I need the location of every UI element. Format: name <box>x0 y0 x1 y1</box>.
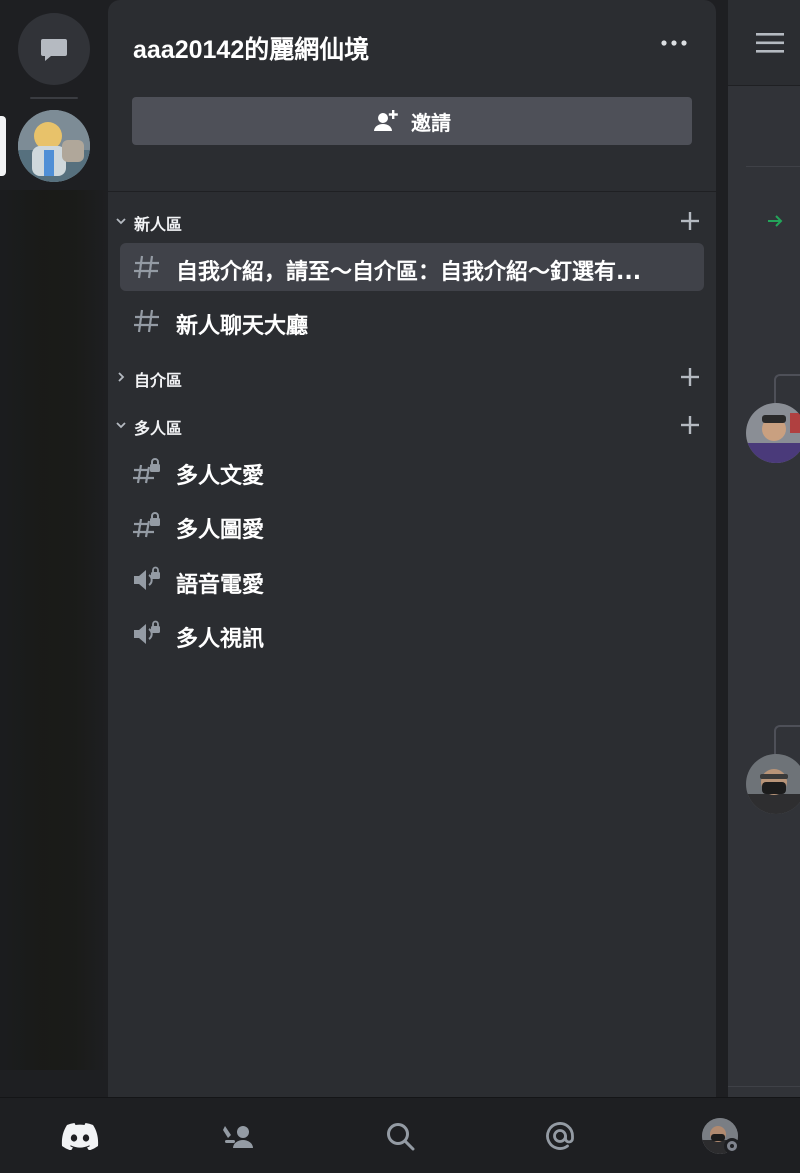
chat-header <box>728 0 800 86</box>
message-avatar[interactable] <box>746 403 800 463</box>
hamburger-menu-icon[interactable] <box>756 32 784 54</box>
divider <box>746 166 800 167</box>
channel-name: 語音電愛 <box>176 573 265 598</box>
ellipsis-icon <box>661 40 687 46</box>
chevron-down-icon <box>116 422 126 429</box>
mentions-button[interactable] <box>540 1116 580 1156</box>
selected-server-indicator <box>0 116 6 176</box>
category-name: 新人區 <box>134 215 183 234</box>
message-avatar[interactable] <box>746 754 800 814</box>
chat-peek <box>728 0 800 1097</box>
channel-multi-image[interactable]: 多人圖愛 <box>120 501 704 549</box>
channel-voice[interactable]: 語音電愛 <box>120 556 704 604</box>
hashtag-icon <box>134 255 159 279</box>
server-name[interactable]: aaa20142的麗網仙境 <box>133 30 369 66</box>
discord-logo-icon <box>61 1123 99 1150</box>
friends-button[interactable] <box>218 1116 258 1156</box>
channel-name: 多人文愛 <box>176 464 265 489</box>
server-icon[interactable] <box>18 110 90 182</box>
locked-speaker-icon <box>134 620 160 644</box>
search-button[interactable] <box>380 1116 420 1156</box>
add-channel-icon[interactable] <box>678 365 702 389</box>
locked-speaker-icon <box>134 566 160 590</box>
status-indicator <box>724 1138 740 1154</box>
locked-hashtag-icon <box>133 458 160 484</box>
channel-name: 新人聊天大廳 <box>176 314 309 339</box>
direct-messages-button[interactable] <box>18 13 90 85</box>
user-avatar-image <box>746 754 800 814</box>
add-channel-icon[interactable] <box>678 209 702 233</box>
rail-separator <box>30 97 78 99</box>
at-sign-icon <box>546 1122 574 1150</box>
home-button[interactable] <box>60 1116 100 1156</box>
hashtag-icon <box>134 309 159 333</box>
channel-video[interactable]: 多人視訊 <box>120 610 704 658</box>
category-multi[interactable]: 多人區 <box>108 407 716 443</box>
category-name: 多人區 <box>134 419 183 438</box>
divider <box>728 1086 800 1087</box>
category-self-intro[interactable]: 自介區 <box>108 359 716 395</box>
bottom-navigation <box>0 1097 800 1173</box>
channel-panel: aaa20142的麗網仙境 邀請 新人區 自我介紹，請至～自介區：自我介紹～釘選… <box>108 0 716 1097</box>
category-name: 自介區 <box>134 371 183 390</box>
server-rail <box>0 0 108 1097</box>
add-channel-icon[interactable] <box>678 413 702 437</box>
friends-wave-icon <box>223 1126 253 1148</box>
add-user-icon <box>374 110 398 131</box>
server-header: aaa20142的麗網仙境 邀請 <box>108 0 716 192</box>
chevron-right-icon <box>118 372 125 382</box>
discord-app: aaa20142的麗網仙境 邀請 新人區 自我介紹，請至～自介區：自我介紹～釘選… <box>0 0 800 1173</box>
locked-hashtag-icon <box>133 512 160 538</box>
chat-bubble-icon <box>41 39 67 61</box>
channel-name: 多人視訊 <box>176 627 265 652</box>
channel-multi-text[interactable]: 多人文愛 <box>120 447 704 495</box>
redacted-area <box>0 190 108 1070</box>
channel-self-intro[interactable]: 自我介紹，請至～自介區：自我介紹～釘選有... <box>120 243 704 291</box>
join-arrow-icon <box>768 215 783 227</box>
more-options-button[interactable] <box>656 30 692 56</box>
invite-button[interactable]: 邀請 <box>132 97 692 145</box>
user-avatar-image <box>746 403 800 463</box>
channel-name: 多人圖愛 <box>176 518 265 543</box>
invite-label: 邀請 <box>411 110 451 135</box>
category-newcomers[interactable]: 新人區 <box>108 203 716 239</box>
chevron-down-icon <box>116 218 126 225</box>
search-icon <box>387 1123 415 1151</box>
channel-name: 自我介紹，請至～自介區：自我介紹～釘選有... <box>176 260 642 285</box>
server-avatar-image <box>18 110 90 182</box>
channel-newcomer-lounge[interactable]: 新人聊天大廳 <box>120 297 704 345</box>
